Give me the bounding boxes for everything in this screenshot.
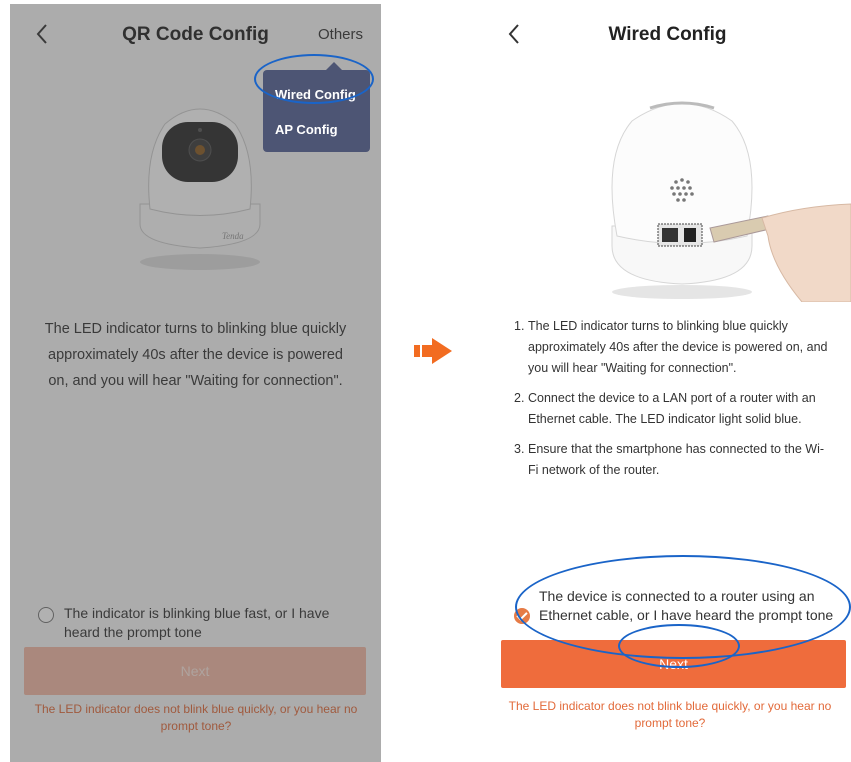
confirm-checkbox[interactable]: [38, 607, 54, 623]
step-item: 1. The LED indicator turns to blinking b…: [514, 316, 830, 379]
help-link[interactable]: The LED indicator does not blink blue qu…: [18, 701, 374, 735]
step-number: 3.: [514, 442, 525, 456]
camera-brand-text: Tenda: [222, 231, 244, 241]
others-dropdown-menu: Wired Config AP Config: [263, 62, 370, 152]
others-menu-button[interactable]: Others: [318, 26, 363, 43]
confirm-checkbox-label: The indicator is blinking blue fast, or …: [64, 605, 330, 640]
steps-list: 1. The LED indicator turns to blinking b…: [514, 316, 830, 490]
help-link[interactable]: The LED indicator does not blink blue qu…: [490, 698, 850, 732]
wired-config-screen: Wired Config 1. The LED indicator turns …: [484, 4, 851, 762]
step-number: 2.: [514, 391, 525, 405]
step-item: 3. Ensure that the smartphone has connec…: [514, 439, 830, 481]
page-title: Wired Config: [608, 24, 727, 45]
camera-ethernet-image: [611, 101, 851, 302]
qr-config-screen: QR Code Config Others Tenda The LED indi…: [10, 4, 381, 762]
next-button[interactable]: Next: [24, 647, 366, 695]
step-text: Ensure that the smartphone has connected…: [528, 442, 825, 477]
next-button[interactable]: Next: [501, 640, 846, 688]
confirm-checkbox-label: The device is connected to a router usin…: [539, 588, 834, 623]
top-bar: QR Code Config Others: [10, 4, 381, 66]
step-text: The LED indicator turns to blinking blue…: [528, 319, 828, 375]
confirm-checkbox-row[interactable]: The device is connected to a router usin…: [514, 587, 844, 625]
step-item: 2. Connect the device to a LAN port of a…: [514, 388, 830, 430]
menu-item-ap-config[interactable]: AP Config: [275, 122, 338, 137]
menu-item-wired-config[interactable]: Wired Config: [275, 87, 356, 102]
instruction-text: The LED indicator turns to blinking blue…: [44, 321, 347, 389]
top-bar: Wired Config: [484, 4, 851, 66]
step-text: Connect the device to a LAN port of a ro…: [528, 391, 816, 426]
confirm-checkbox[interactable]: [514, 608, 530, 624]
arrow-right-icon: [414, 338, 452, 364]
confirm-checkbox-row[interactable]: The indicator is blinking blue fast, or …: [38, 604, 368, 642]
step-number: 1.: [514, 319, 525, 333]
